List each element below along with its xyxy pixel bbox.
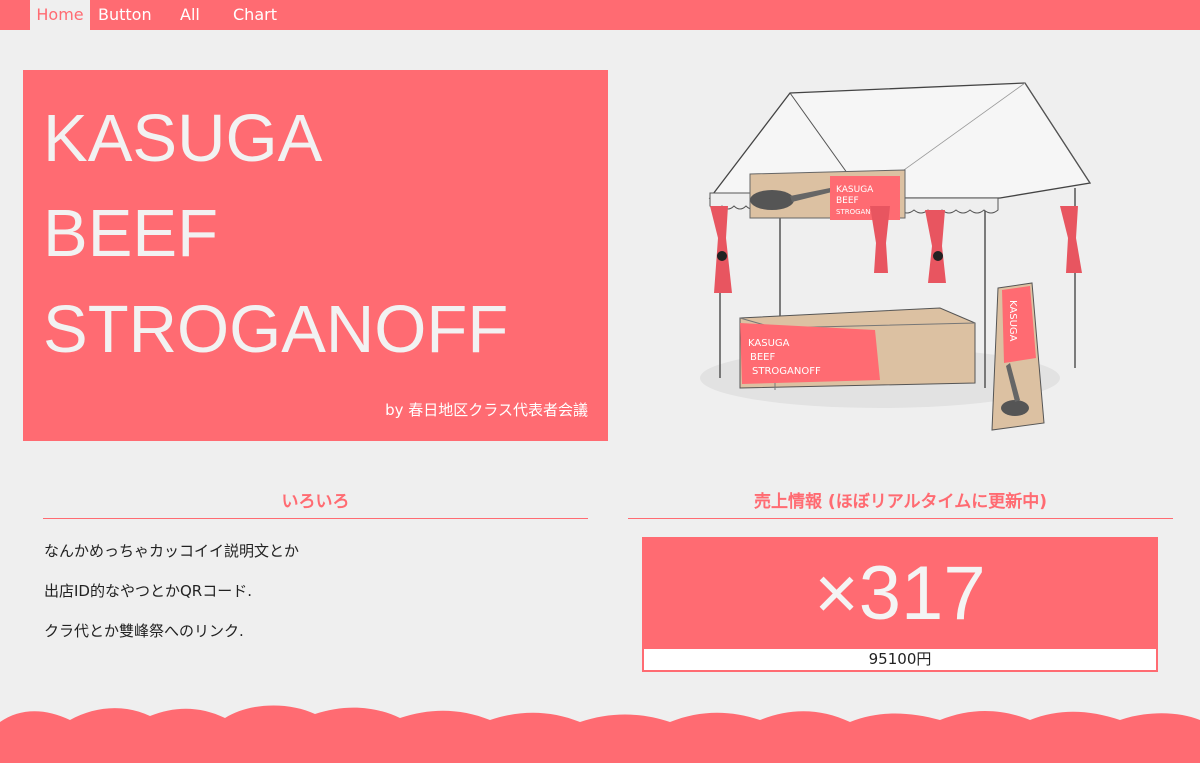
sales-divider [628, 518, 1173, 519]
banner-text-1: KASUGA [836, 185, 874, 195]
info-line-2: 出店ID的なやつとかQRコード. [44, 582, 252, 600]
info-title: いろいろ [281, 492, 350, 512]
sales-amount: 95100円 [868, 650, 932, 668]
hero-title-line-3: STROGANOFF [43, 292, 509, 367]
table-text-3: STROGANOFF [752, 366, 821, 377]
banner-text-2: BEEF [836, 196, 859, 206]
sign-text: KASUGA [1007, 300, 1018, 342]
cloud-footer [0, 705, 1200, 763]
tent-illustration: KASUGA BEEF STROGANOFF KASUGA BEEF STROG… [700, 82, 1092, 431]
sales-card: ×317 95100円 [642, 537, 1158, 672]
sales-title: 売上情報 (ほぼリアルタイムに更新中) [754, 492, 1047, 512]
info-divider [43, 518, 588, 519]
nav-all[interactable]: All [180, 0, 200, 30]
hero-title-line-1: KASUGA [43, 101, 323, 176]
nav-chart[interactable]: Chart [233, 0, 277, 30]
info-line-1: なんかめっちゃカッコイイ説明文とか [44, 542, 300, 560]
table-text-1: KASUGA [748, 338, 790, 349]
nav-home[interactable]: Home [30, 0, 90, 30]
info-line-3: クラ代とか雙峰祭へのリンク. [44, 622, 244, 640]
hero-panel: KASUGA BEEF STROGANOFF by 春日地区クラス代表者会議 [23, 70, 608, 441]
hero-title-line-2: BEEF [43, 196, 218, 271]
table-text-2: BEEF [750, 352, 775, 363]
top-nav: Home Button All Chart [0, 0, 1200, 30]
hero-byline: by 春日地区クラス代表者会議 [385, 401, 588, 419]
sales-count: ×317 [644, 539, 1156, 649]
nav-button[interactable]: Button [98, 0, 152, 30]
